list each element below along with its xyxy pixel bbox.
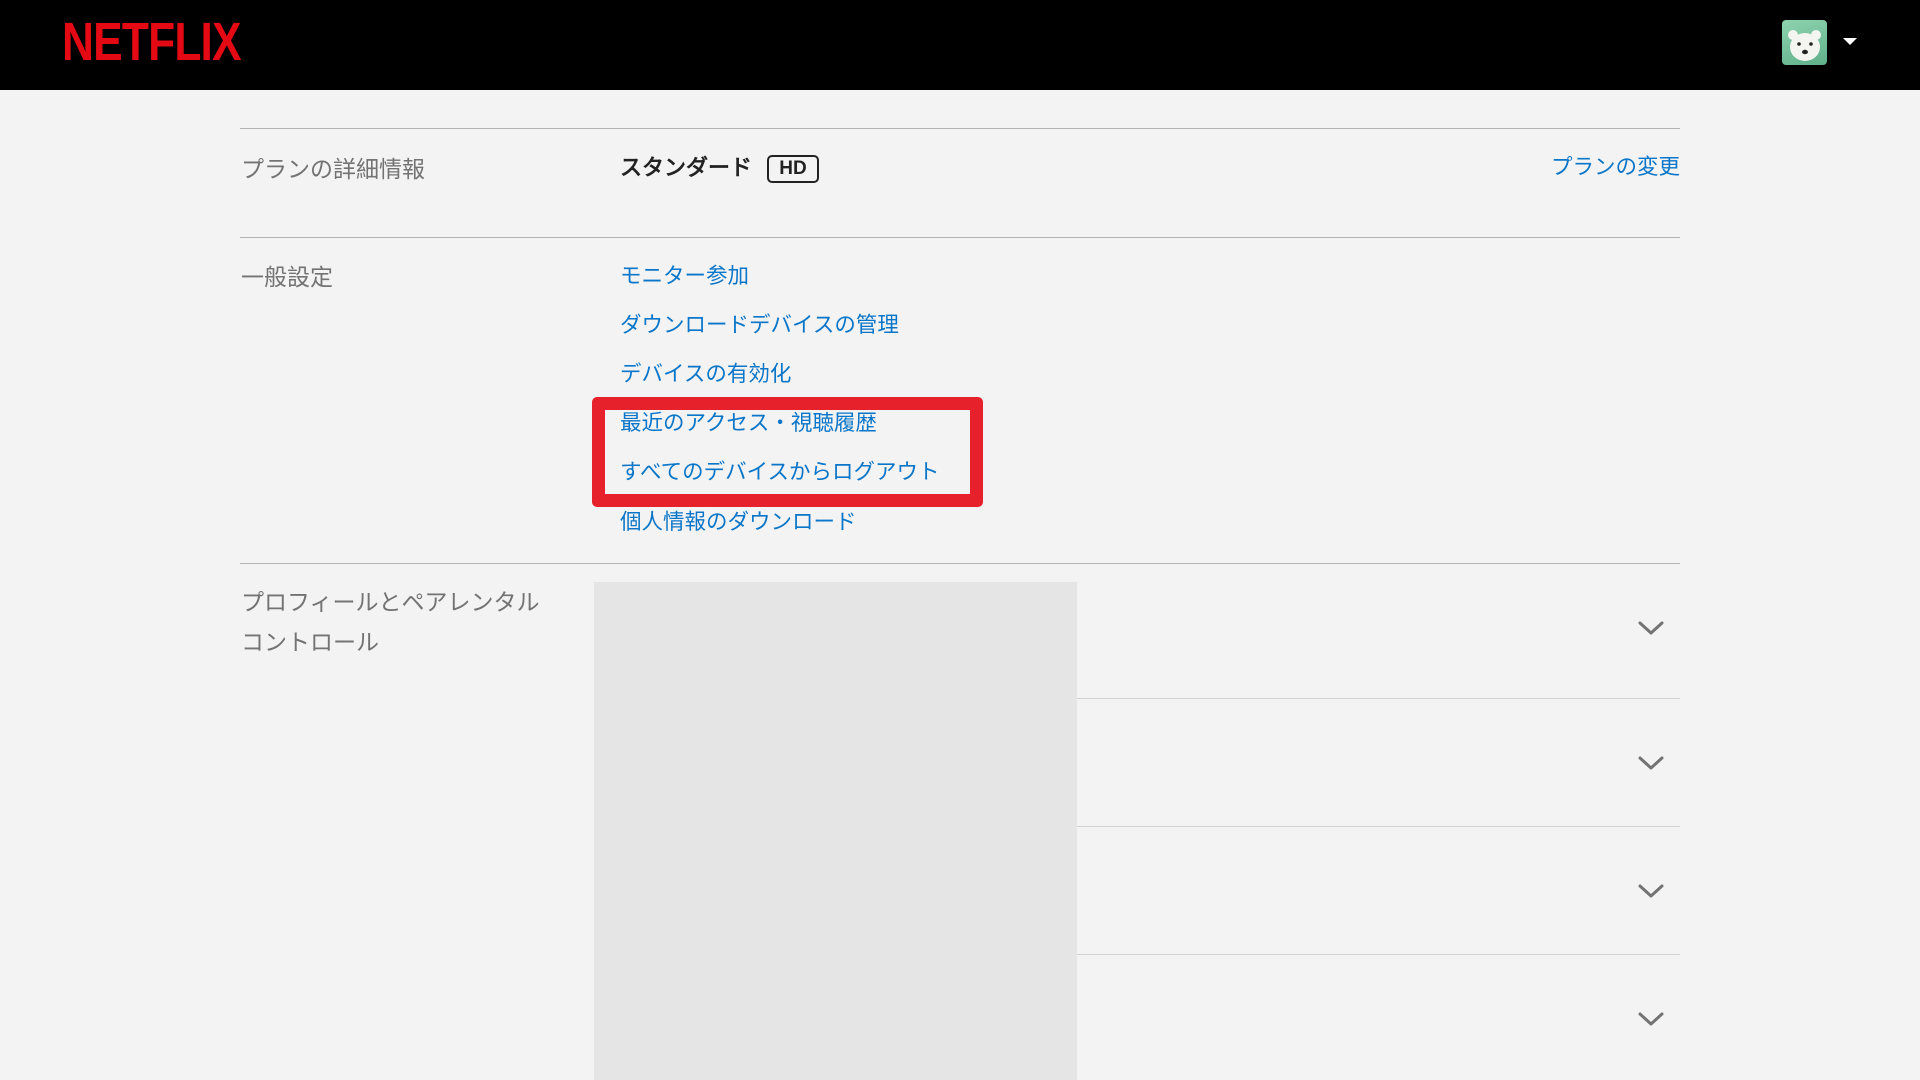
section-divider [240, 563, 1680, 564]
profiles-section-label-line1: プロフィールとペアレンタル [241, 590, 540, 616]
activate-device-link[interactable]: デバイスの有効化 [620, 357, 791, 393]
test-participation-link[interactable]: モニター参加 [620, 259, 749, 295]
top-nav-bar: NETFLIX [0, 0, 1920, 90]
chevron-down-icon[interactable] [1636, 881, 1666, 901]
section-divider [240, 237, 1680, 238]
profile-row-divider [1077, 826, 1680, 827]
netflix-logo[interactable]: NETFLIX [62, 12, 242, 72]
redacted-profile-area [594, 582, 1077, 1080]
section-divider [240, 128, 1680, 129]
profile-avatar-icon[interactable] [1782, 20, 1827, 65]
manage-download-devices-link[interactable]: ダウンロードデバイスの管理 [620, 308, 899, 344]
change-plan-link[interactable]: プランの変更 [1551, 150, 1680, 186]
profile-row-divider [1077, 954, 1680, 955]
profiles-section-label-line2: コントロール [241, 630, 379, 656]
plan-name: スタンダード [620, 156, 753, 181]
chevron-down-icon[interactable] [1636, 1009, 1666, 1029]
hd-badge: HD [767, 155, 819, 183]
download-personal-info-link[interactable]: 個人情報のダウンロード [620, 505, 857, 541]
plan-section-label: プランの詳細情報 [241, 157, 425, 183]
chevron-down-icon[interactable] [1636, 753, 1666, 773]
profile-menu-caret-icon[interactable] [1843, 38, 1857, 45]
profile-row-divider [1077, 698, 1680, 699]
general-settings-label: 一般設定 [241, 265, 333, 291]
chevron-down-icon[interactable] [1636, 618, 1666, 638]
red-highlight-annotation [592, 397, 983, 507]
